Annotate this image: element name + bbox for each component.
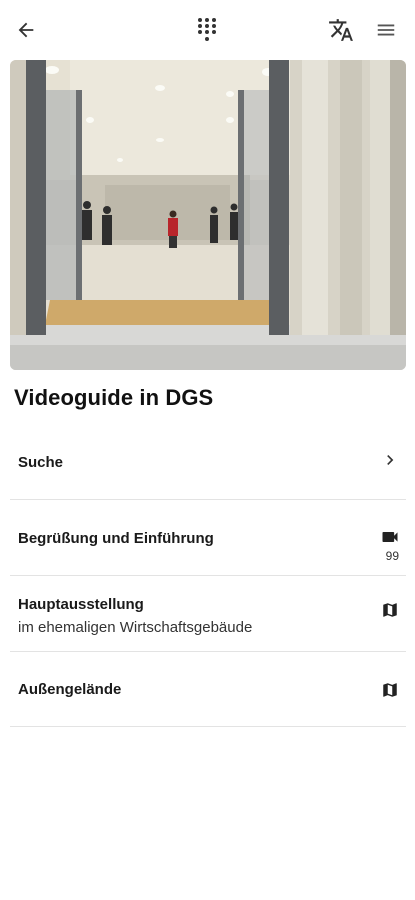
- list-item-label: Begrüßung und Einführung: [18, 530, 214, 547]
- list-item-aussengelaende[interactable]: Außengelände: [10, 652, 406, 727]
- guide-list: Suche Begrüßung und Einführung 99 Haupta…: [10, 424, 406, 727]
- translate-icon: [329, 19, 353, 41]
- back-button[interactable]: [10, 14, 42, 46]
- page-title: Videoguide in DGS: [14, 385, 214, 410]
- list-item-begruessung[interactable]: Begrüßung und Einführung 99: [10, 500, 406, 576]
- translate-button[interactable]: [325, 14, 357, 46]
- list-item-hauptausstellung[interactable]: Hauptausstellung im ehemaligen Wirtschaf…: [10, 576, 406, 652]
- keypad-button[interactable]: [191, 14, 223, 46]
- video-count: 99: [385, 549, 399, 563]
- arrow-left-icon: [18, 22, 34, 38]
- list-item-label: Hauptausstellung: [18, 596, 144, 613]
- museum-entrance-photo: [10, 60, 406, 370]
- list-item-label: Suche: [18, 454, 64, 471]
- hero-photo: [10, 60, 406, 370]
- list-item-suche[interactable]: Suche: [10, 424, 406, 500]
- map-icon: [380, 680, 400, 700]
- list-item-subtitle: im ehemaligen Wirtschaftsgebäude: [18, 619, 253, 636]
- list-item-label: Außengelände: [18, 681, 122, 698]
- map-icon: [380, 600, 400, 620]
- videocam-icon: [380, 527, 400, 547]
- chevron-right-icon: [380, 450, 400, 470]
- menu-button[interactable]: [370, 14, 402, 46]
- hamburger-menu-icon: [377, 24, 395, 36]
- dial-pad-icon: [198, 18, 216, 41]
- top-app-bar: [0, 0, 415, 60]
